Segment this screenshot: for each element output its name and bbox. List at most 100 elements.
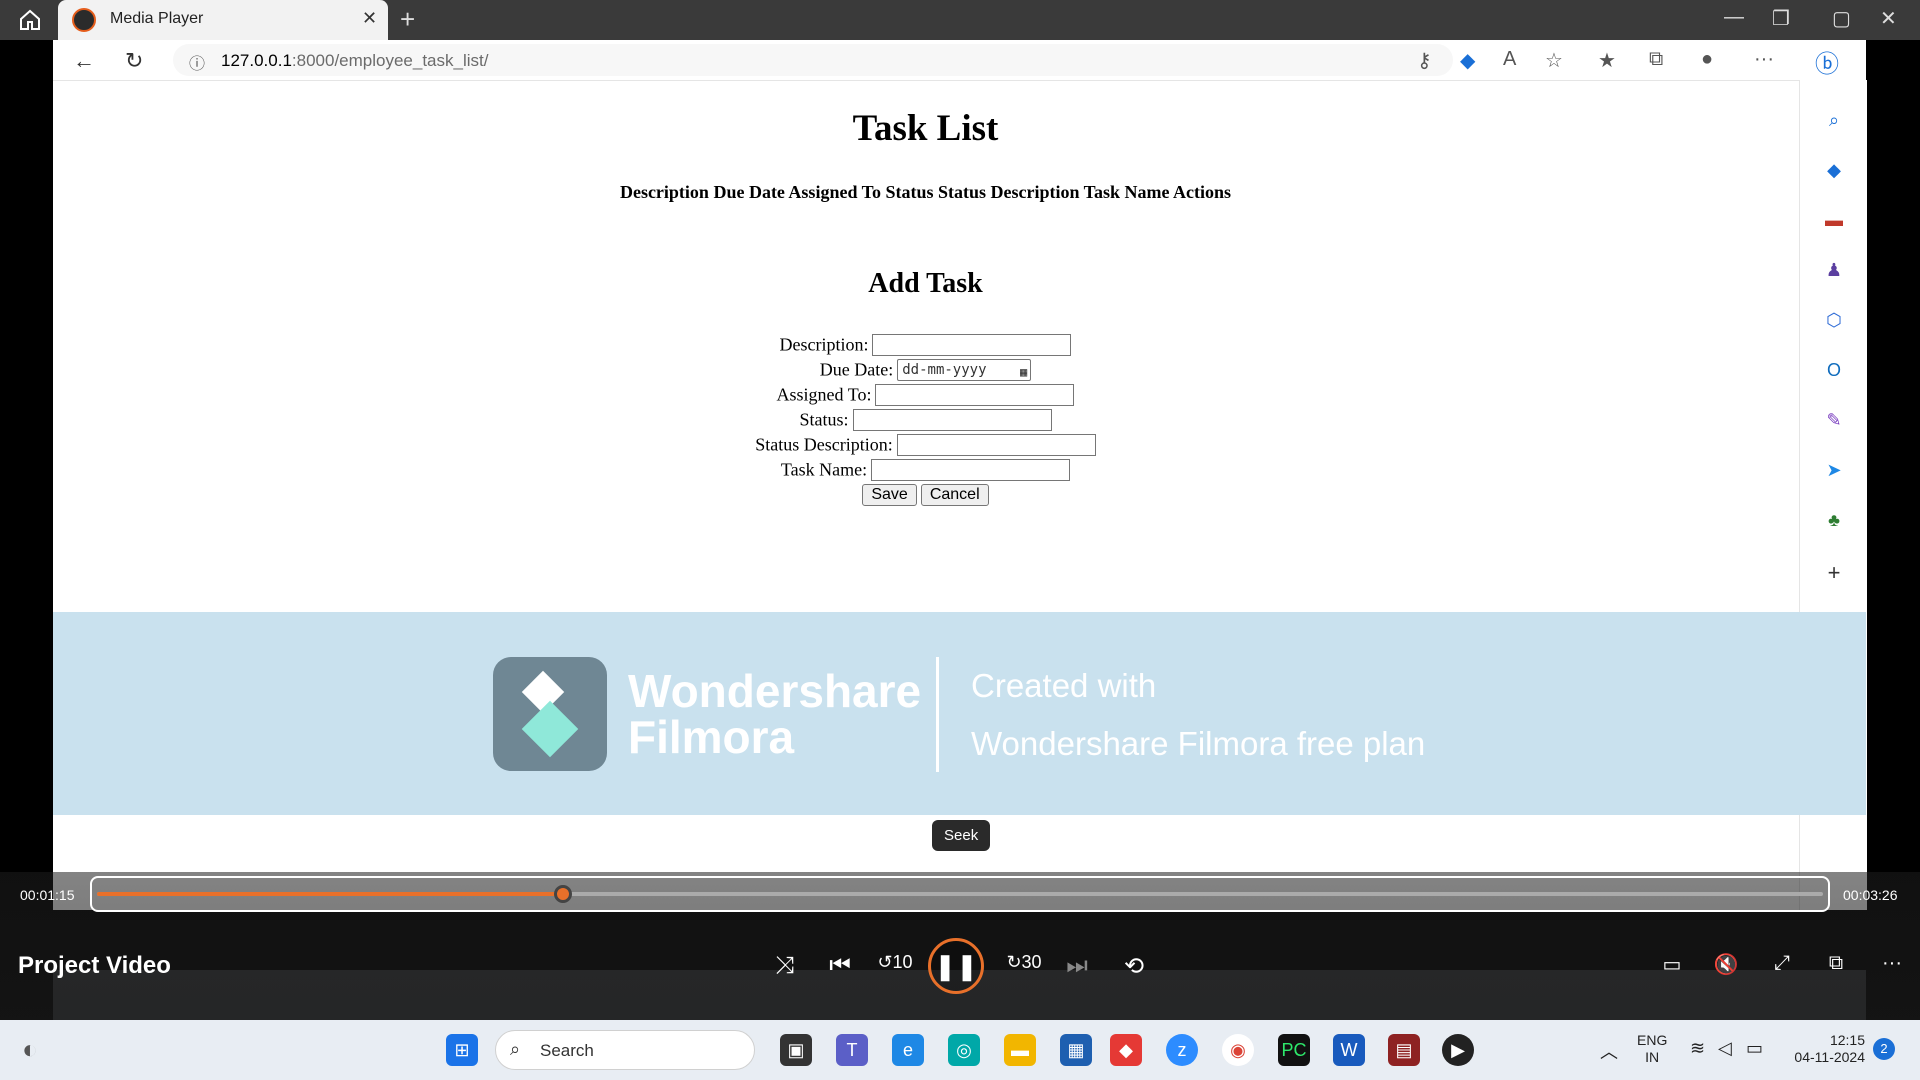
- read-aloud-icon[interactable]: A: [1503, 48, 1516, 71]
- refresh-icon[interactable]: ↻: [125, 48, 143, 74]
- send-icon[interactable]: ➤: [1822, 460, 1846, 484]
- home-icon[interactable]: [18, 8, 42, 32]
- chevron-up-icon[interactable]: ︿: [1600, 1038, 1618, 1064]
- page-title: Task List: [852, 108, 999, 149]
- shopping-icon[interactable]: ◆: [1822, 160, 1846, 184]
- app-icon[interactable]: ◎: [948, 1034, 980, 1066]
- player-tab-title: Media Player: [110, 10, 204, 27]
- fullscreen-icon[interactable]: ⤢: [1764, 952, 1800, 975]
- status-label: Status:: [799, 409, 849, 430]
- status-input[interactable]: [852, 408, 1052, 431]
- assigned-to-input[interactable]: [875, 383, 1075, 406]
- zoom-icon[interactable]: z: [1166, 1034, 1198, 1066]
- volume-icon[interactable]: ◁: [1718, 1038, 1732, 1059]
- minimize-icon[interactable]: —: [1724, 6, 1744, 29]
- search-placeholder: Search: [540, 1041, 594, 1060]
- task-table-header: Description Due Date Assigned To Status …: [619, 182, 1232, 202]
- outlook-icon[interactable]: O: [1822, 360, 1846, 384]
- video-title: Project Video: [18, 952, 171, 979]
- start-icon[interactable]: ⊞: [446, 1034, 478, 1066]
- watermark-brand-line2: Filmora: [628, 711, 795, 763]
- tools-icon[interactable]: ▬: [1822, 210, 1846, 234]
- shuffle-icon[interactable]: ⤨: [767, 952, 803, 980]
- more-options-icon[interactable]: ···: [1874, 952, 1910, 975]
- language-indicator[interactable]: ENG IN: [1637, 1032, 1667, 1066]
- games-icon[interactable]: ♟: [1822, 260, 1846, 284]
- description-input[interactable]: [872, 333, 1072, 356]
- store-icon[interactable]: ▦: [1060, 1034, 1092, 1066]
- close-tab-icon[interactable]: ✕: [362, 8, 377, 29]
- forward-30-icon[interactable]: ↻30: [1006, 952, 1042, 973]
- mini-player-icon[interactable]: ⧉: [1818, 952, 1854, 975]
- calendar-icon[interactable]: ▦: [1020, 362, 1027, 382]
- collections-icon[interactable]: ⧉: [1649, 48, 1663, 71]
- wifi-icon[interactable]: ≋: [1690, 1038, 1705, 1059]
- edge-icon[interactable]: e: [892, 1034, 924, 1066]
- url-text: 127.0.0.1:8000/employee_task_list/: [221, 51, 489, 70]
- form-row-assigned-to: Assigned To:: [53, 383, 1798, 408]
- add-favorite-icon[interactable]: ☆: [1545, 48, 1563, 73]
- rewind-10-icon[interactable]: ↺10: [877, 952, 913, 973]
- more-icon[interactable]: ···: [1754, 48, 1774, 71]
- profile-avatar[interactable]: ●: [1701, 48, 1713, 71]
- form-row-status: Status:: [53, 408, 1798, 433]
- battery-icon[interactable]: ▭: [1746, 1038, 1763, 1059]
- winrar-icon[interactable]: ▤: [1388, 1034, 1420, 1066]
- filmora-logo-icon: [493, 657, 607, 771]
- designer-icon[interactable]: ✎: [1822, 410, 1846, 434]
- due-date-input[interactable]: dd-mm-yyyy ▦: [897, 358, 1032, 382]
- favorites-icon[interactable]: ★: [1598, 48, 1616, 73]
- repeat-icon[interactable]: ⟲: [1116, 952, 1152, 981]
- shopping-tag-icon[interactable]: ◆: [1460, 48, 1475, 73]
- task-name-input[interactable]: [871, 458, 1071, 481]
- filmora-watermark: Wondershare Filmora Created with Wonders…: [53, 612, 1866, 815]
- pycharm-icon[interactable]: PC: [1278, 1034, 1310, 1066]
- form-buttons: Save Cancel: [53, 483, 1798, 508]
- seek-tooltip: Seek: [932, 820, 991, 851]
- form-row-due-date: Due Date: dd-mm-yyyy ▦: [53, 358, 1798, 383]
- maximize-icon[interactable]: ▢: [1832, 6, 1851, 31]
- bing-copilot-icon[interactable]: ⓑ: [1815, 44, 1839, 79]
- form-row-task-name: Task Name:: [53, 458, 1798, 483]
- office-icon[interactable]: ⬡: [1822, 310, 1846, 334]
- current-time: 00:01:15: [20, 887, 75, 903]
- address-bar-row: ← ↻ ⓘ 127.0.0.1:8000/employee_task_list/…: [53, 40, 1866, 81]
- tree-icon[interactable]: ♣: [1822, 510, 1846, 534]
- site-info-icon[interactable]: ⓘ: [189, 50, 205, 74]
- word-icon[interactable]: W: [1333, 1034, 1365, 1066]
- restore-icon[interactable]: ❐: [1772, 6, 1790, 31]
- add-sidebar-icon[interactable]: +: [1822, 560, 1846, 585]
- player-titlebar: Media Player ✕ + — ❐ ▢ ✕: [0, 0, 1920, 40]
- clock[interactable]: 12:15 04-11-2024: [1785, 1032, 1865, 1066]
- subtitles-icon[interactable]: ▭: [1654, 952, 1690, 977]
- previous-icon[interactable]: ⏮: [822, 952, 858, 980]
- player-tab[interactable]: Media Player ✕: [58, 0, 388, 40]
- key-icon[interactable]: ⚷: [1417, 48, 1432, 73]
- watermark-divider: [936, 657, 939, 772]
- file-explorer-icon[interactable]: ▬: [1004, 1034, 1036, 1066]
- chrome-icon[interactable]: ◉: [1222, 1034, 1254, 1066]
- task-view-icon[interactable]: ▣: [780, 1034, 812, 1066]
- watermark-text-line1: Created with: [971, 667, 1157, 704]
- teams-icon[interactable]: T: [836, 1034, 868, 1066]
- cancel-button[interactable]: Cancel: [920, 484, 989, 506]
- status-description-input[interactable]: [896, 433, 1096, 456]
- date-placeholder: dd-mm-yyyy: [902, 361, 987, 378]
- weather-icon[interactable]: ◐: [22, 1034, 38, 1065]
- anydesk-icon[interactable]: ◆: [1110, 1034, 1142, 1066]
- next-icon[interactable]: ⏭: [1059, 952, 1095, 980]
- pause-button[interactable]: ❚❚: [928, 938, 984, 994]
- notification-badge[interactable]: 2: [1873, 1038, 1895, 1060]
- media-player-taskbar-icon[interactable]: ▶: [1442, 1034, 1474, 1066]
- close-window-icon[interactable]: ✕: [1880, 6, 1897, 31]
- taskbar-search[interactable]: ⌕ Search: [495, 1030, 755, 1070]
- search-icon[interactable]: ⌕: [1822, 110, 1846, 134]
- task-name-label: Task Name:: [780, 459, 868, 480]
- back-icon[interactable]: ←: [73, 48, 95, 74]
- status-description-label: Status Description:: [755, 434, 893, 455]
- save-button[interactable]: Save: [862, 484, 917, 506]
- new-tab-icon[interactable]: +: [400, 4, 415, 35]
- seek-thumb[interactable]: [554, 885, 573, 903]
- url-bar[interactable]: ⓘ 127.0.0.1:8000/employee_task_list/: [173, 44, 1453, 76]
- mute-icon[interactable]: 🔇: [1708, 952, 1744, 977]
